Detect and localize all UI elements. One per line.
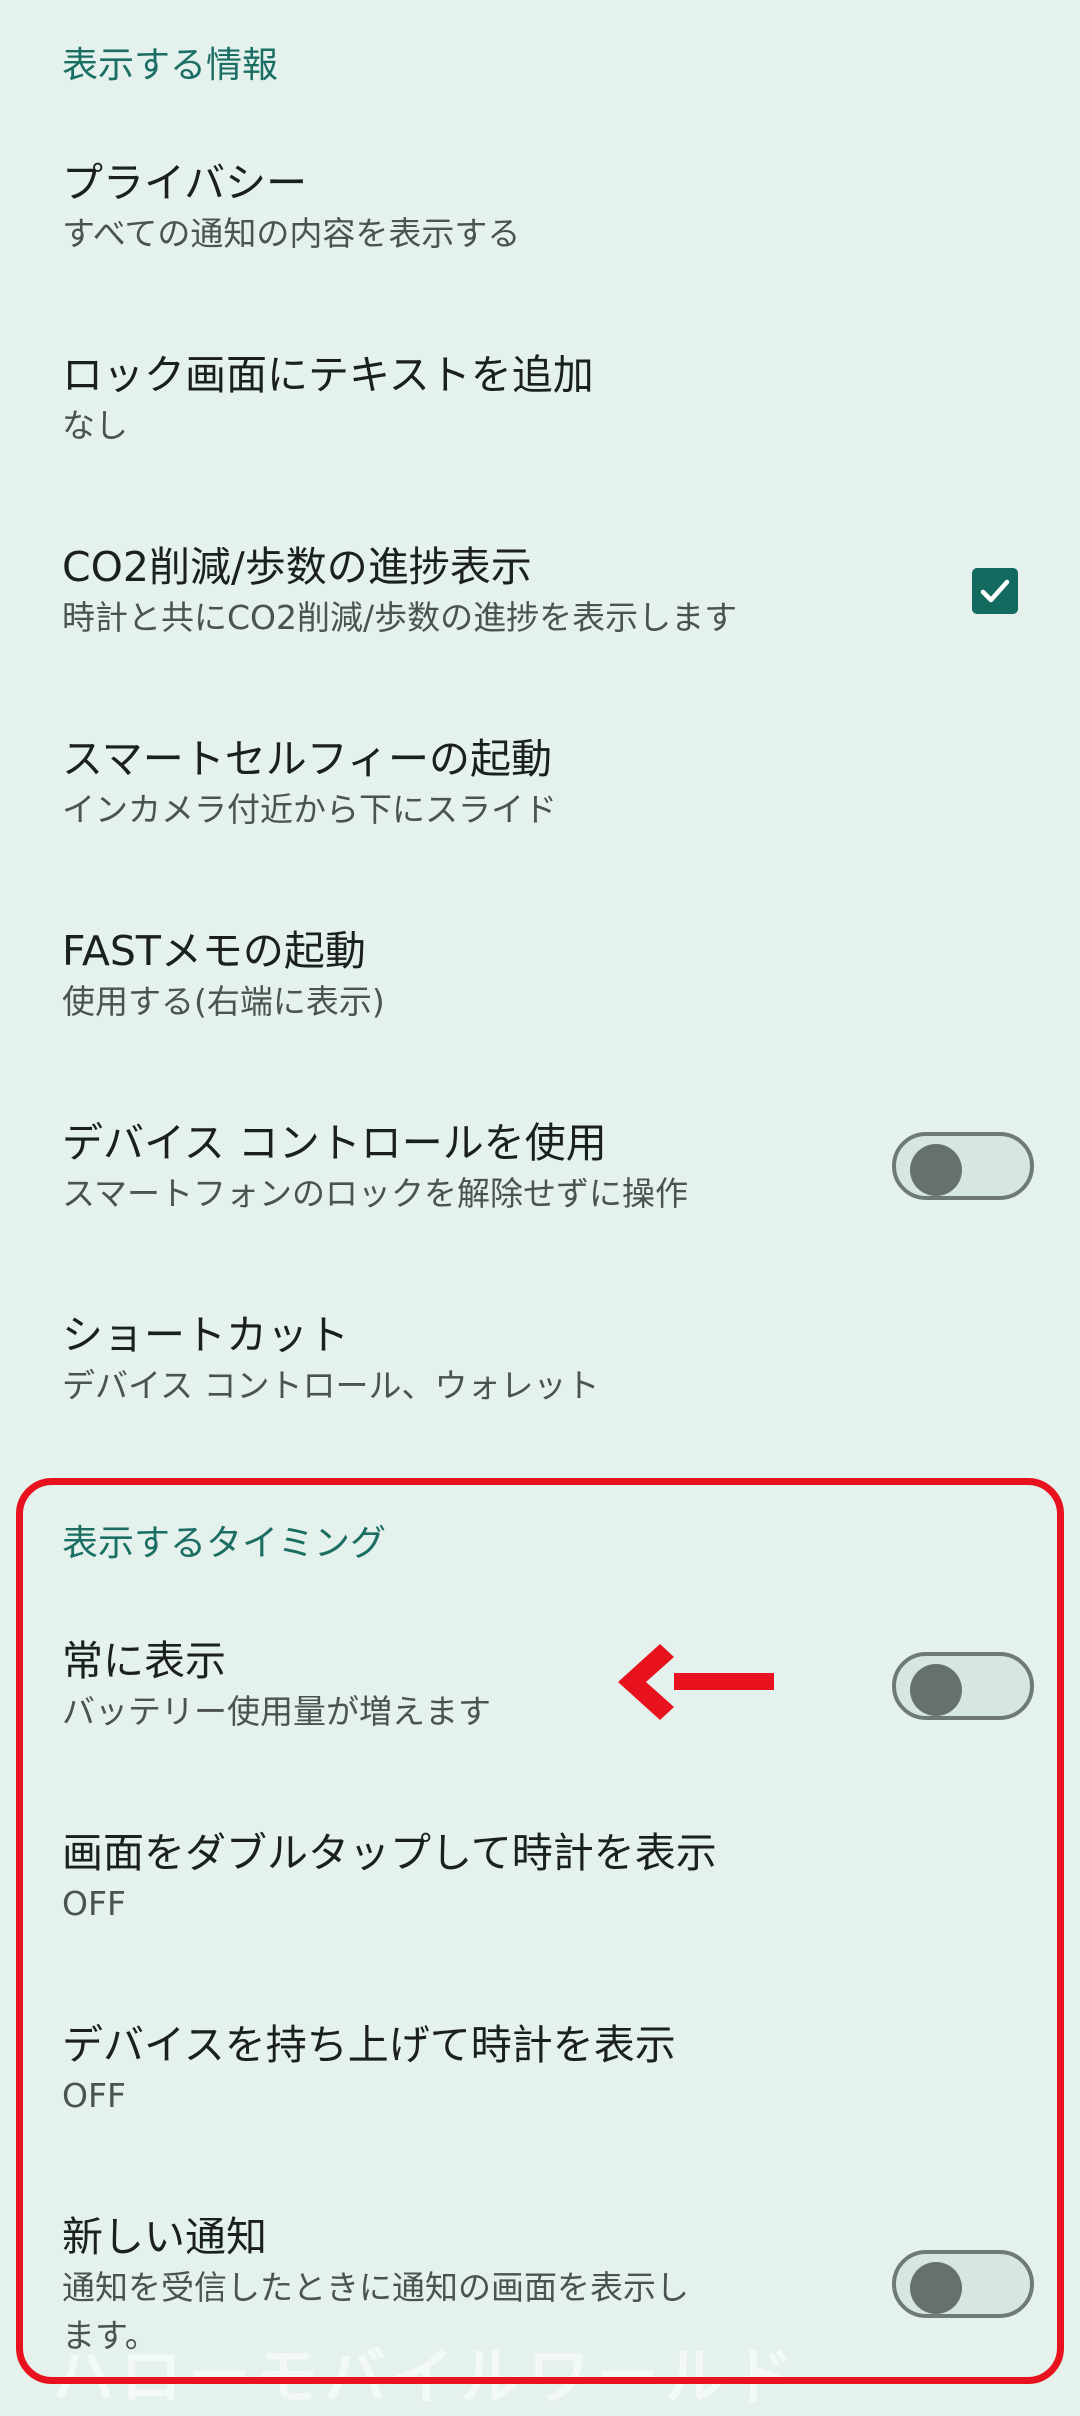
setting-summary: デバイス コントロール、ウォレット <box>62 1366 600 1405</box>
setting-title: FASTメモの起動 <box>62 927 366 975</box>
setting-privacy[interactable]: プライバシー すべての通知の内容を表示する <box>0 156 1080 348</box>
switch-thumb <box>910 1144 962 1196</box>
setting-device-controls[interactable]: デバイス コントロールを使用 スマートフォンのロックを解除せずに操作 <box>0 1116 1080 1308</box>
setting-summary: スマートフォンのロックを解除せずに操作 <box>62 1174 689 1213</box>
setting-summary: 時計と共にCO2削減/歩数の進捗を表示します <box>62 598 738 637</box>
left-arrow-icon <box>618 1644 774 1720</box>
setting-title: ショートカット <box>62 1311 349 1359</box>
setting-title: スマートセルフィーの起動 <box>62 735 552 783</box>
setting-title: プライバシー <box>62 159 308 207</box>
check-icon <box>980 579 1010 603</box>
setting-summary: インカメラ付近から下にスライド <box>62 790 557 829</box>
setting-lock-screen-text[interactable]: ロック画面にテキストを追加 なし <box>0 348 1080 540</box>
co2-checkbox[interactable] <box>972 568 1018 614</box>
setting-title: CO2削減/歩数の進捗表示 <box>62 543 532 591</box>
highlight-box <box>16 1478 1064 2384</box>
setting-summary: すべての通知の内容を表示する <box>62 214 521 253</box>
setting-title: デバイス コントロールを使用 <box>62 1119 607 1167</box>
setting-summary: 使用する(右端に表示) <box>62 982 385 1021</box>
setting-shortcuts[interactable]: ショートカット デバイス コントロール、ウォレット <box>0 1308 1080 1500</box>
device-controls-switch[interactable] <box>892 1132 1034 1200</box>
setting-smart-selfie[interactable]: スマートセルフィーの起動 インカメラ付近から下にスライド <box>0 732 1080 924</box>
section-header-display-info: 表示する情報 <box>62 45 279 86</box>
setting-fast-memo[interactable]: FASTメモの起動 使用する(右端に表示) <box>0 924 1080 1116</box>
setting-title: ロック画面にテキストを追加 <box>62 351 594 399</box>
setting-summary: なし <box>62 406 128 445</box>
setting-co2-progress[interactable]: CO2削減/歩数の進捗表示 時計と共にCO2削減/歩数の進捗を表示します <box>0 540 1080 732</box>
